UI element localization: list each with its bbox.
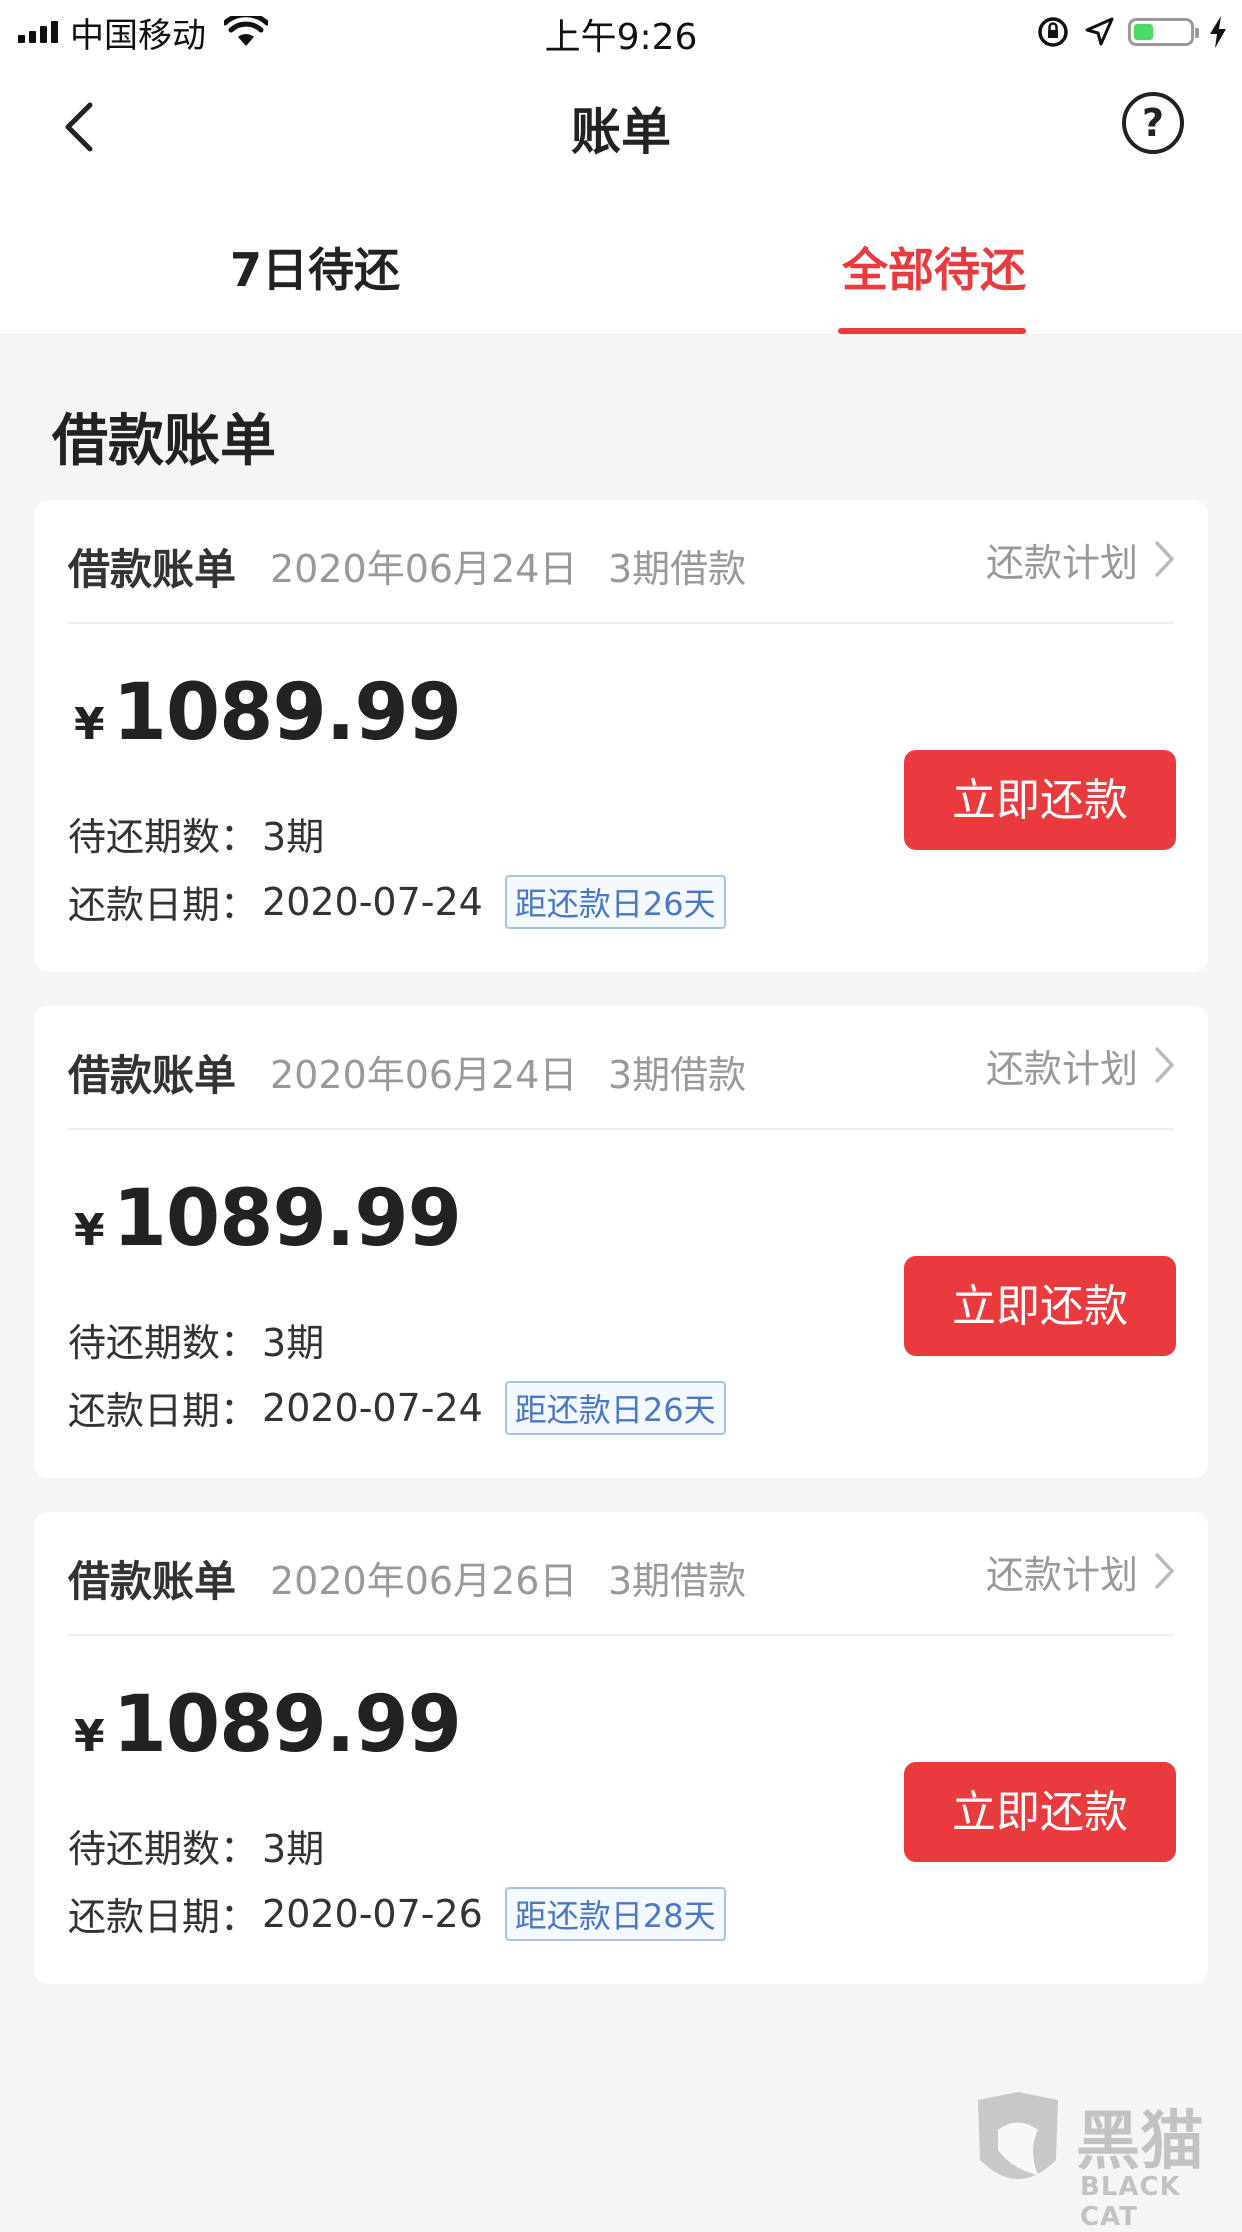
page-title: 账单 xyxy=(571,103,671,161)
card-divider xyxy=(68,622,1174,624)
remaining-periods-value: 3期 xyxy=(262,1827,325,1871)
due-date-value: 2020-07-24 xyxy=(262,879,483,924)
bill-card-header: 借款账单 2020年06月24日 3期借款 还款计划 xyxy=(34,500,1208,622)
remaining-periods-label: 待还期数： xyxy=(68,1321,259,1365)
bill-periods: 3期借款 xyxy=(608,547,747,591)
bill-card: 借款账单 2020年06月24日 3期借款 还款计划 ¥ 1089.99 待还期… xyxy=(34,500,1208,972)
charging-icon xyxy=(1210,16,1226,48)
status-bar: 中国移动 上午9:26 xyxy=(0,0,1242,62)
remaining-periods-value: 3期 xyxy=(262,1321,325,1365)
due-date-value: 2020-07-24 xyxy=(262,1385,483,1430)
due-date-row: 还款日期： 2020-07-24 距还款日26天 xyxy=(68,874,726,929)
nav-bar: 账单 ? xyxy=(0,62,1242,192)
amount-value: 1089.99 xyxy=(112,668,462,758)
bill-card-header: 借款账单 2020年06月24日 3期借款 还款计划 xyxy=(34,1006,1208,1128)
amount-value: 1089.99 xyxy=(112,1174,462,1264)
watermark-en: BLACK CAT xyxy=(1080,2172,1181,2232)
tab-all-due[interactable]: 全部待还 xyxy=(842,234,1026,300)
bill-date: 2020年06月24日 xyxy=(270,1053,578,1097)
currency-symbol: ¥ xyxy=(74,699,105,750)
bill-amount: ¥ 1089.99 xyxy=(74,1680,462,1770)
repayment-plan-label: 还款计划 xyxy=(985,540,1138,585)
bill-amount: ¥ 1089.99 xyxy=(74,1174,462,1264)
currency-symbol: ¥ xyxy=(74,1205,105,1256)
active-tab-indicator xyxy=(838,328,1026,334)
pay-now-button[interactable]: 立即还款 xyxy=(904,1256,1176,1356)
repayment-plan-label: 还款计划 xyxy=(985,1046,1138,1091)
bill-periods: 3期借款 xyxy=(608,1559,747,1603)
tab-bar: 7日待还 全部待还 xyxy=(0,192,1242,335)
bill-date: 2020年06月24日 xyxy=(270,547,578,591)
bill-card-header: 借款账单 2020年06月26日 3期借款 还款计划 xyxy=(34,1512,1208,1634)
pay-now-button[interactable]: 立即还款 xyxy=(904,1762,1176,1862)
battery-level-fill xyxy=(1134,24,1153,40)
bill-card: 借款账单 2020年06月24日 3期借款 还款计划 ¥ 1089.99 待还期… xyxy=(34,1006,1208,1478)
currency-symbol: ¥ xyxy=(74,1711,105,1762)
repayment-plan-label: 还款计划 xyxy=(985,1552,1138,1597)
bill-title: 借款账单 xyxy=(68,1557,237,1606)
repayment-plan-link[interactable]: 还款计划 xyxy=(986,532,1178,586)
due-date-row: 还款日期： 2020-07-24 距还款日26天 xyxy=(68,1380,726,1435)
orientation-lock-icon xyxy=(1038,17,1068,47)
due-date-label: 还款日期： xyxy=(68,1895,259,1939)
bill-title: 借款账单 xyxy=(68,545,237,594)
black-cat-watermark: 黑猫 BLACK CAT xyxy=(968,2090,1228,2232)
amount-value: 1089.99 xyxy=(112,1680,462,1770)
bill-card: 借款账单 2020年06月26日 3期借款 还款计划 ¥ 1089.99 待还期… xyxy=(34,1512,1208,1984)
bill-date: 2020年06月26日 xyxy=(270,1559,578,1603)
due-date-row: 还款日期： 2020-07-26 距还款日28天 xyxy=(68,1886,726,1941)
pay-now-button[interactable]: 立即还款 xyxy=(904,750,1176,850)
help-icon[interactable]: ? xyxy=(1122,92,1184,154)
battery-icon xyxy=(1128,18,1199,46)
bill-periods: 3期借款 xyxy=(608,1053,747,1097)
days-until-due-badge: 距还款日28天 xyxy=(504,1886,726,1941)
days-until-due-badge: 距还款日26天 xyxy=(504,874,726,929)
watermark-cn: 黑猫 xyxy=(1076,2105,1204,2179)
remaining-periods-value: 3期 xyxy=(262,815,325,859)
remaining-periods-row: 待还期数： 3期 xyxy=(68,1312,324,1367)
status-right xyxy=(1036,12,1228,52)
days-until-due-badge: 距还款日26天 xyxy=(504,1380,726,1435)
chevron-right-icon xyxy=(1155,1047,1174,1083)
due-date-label: 还款日期： xyxy=(68,883,259,927)
repayment-plan-link[interactable]: 还款计划 xyxy=(986,1544,1178,1598)
remaining-periods-label: 待还期数： xyxy=(68,815,259,859)
tab-7-day-due[interactable]: 7日待还 xyxy=(230,234,400,300)
remaining-periods-row: 待还期数： 3期 xyxy=(68,1818,324,1873)
card-divider xyxy=(68,1128,1174,1130)
location-icon xyxy=(1085,17,1114,46)
due-date-value: 2020-07-26 xyxy=(262,1891,483,1936)
cat-logo-icon xyxy=(978,2092,1058,2179)
due-date-label: 还款日期： xyxy=(68,1389,259,1433)
remaining-periods-row: 待还期数： 3期 xyxy=(68,806,324,861)
chevron-right-icon xyxy=(1155,541,1174,577)
chevron-right-icon xyxy=(1155,1553,1174,1589)
bill-amount: ¥ 1089.99 xyxy=(74,668,462,758)
card-divider xyxy=(68,1634,1174,1636)
section-title: 借款账单 xyxy=(52,409,276,474)
remaining-periods-label: 待还期数： xyxy=(68,1827,259,1871)
repayment-plan-link[interactable]: 还款计划 xyxy=(986,1038,1178,1092)
bill-title: 借款账单 xyxy=(68,1051,237,1100)
